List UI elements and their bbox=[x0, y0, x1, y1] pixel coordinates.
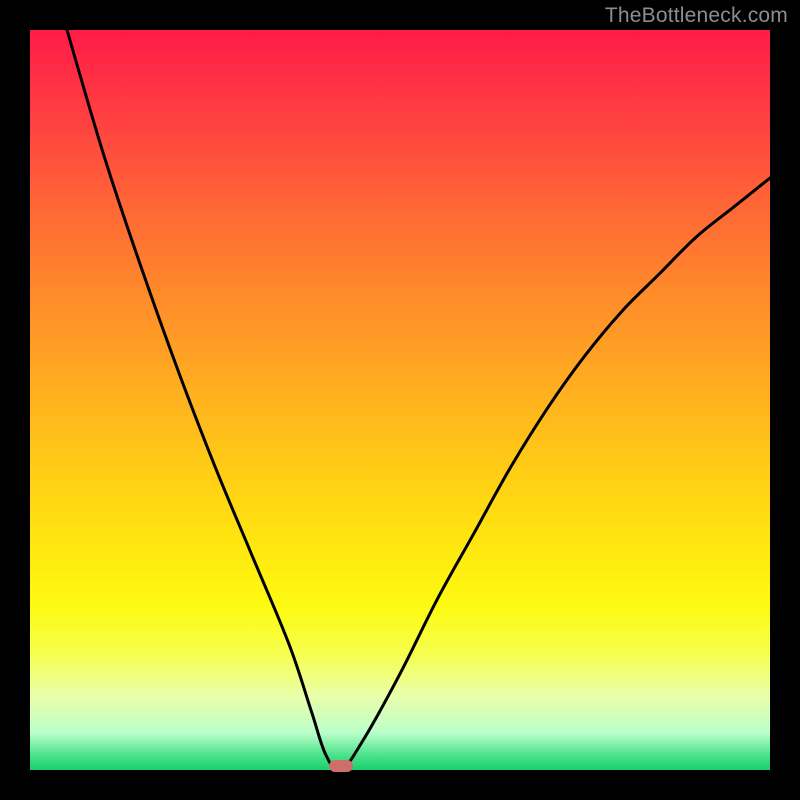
chart-container: TheBottleneck.com bbox=[0, 0, 800, 800]
minimum-marker bbox=[329, 760, 353, 772]
plot-area bbox=[30, 30, 770, 770]
bottleneck-curve bbox=[67, 30, 770, 770]
watermark-text: TheBottleneck.com bbox=[605, 4, 788, 28]
curve-svg bbox=[30, 30, 770, 770]
